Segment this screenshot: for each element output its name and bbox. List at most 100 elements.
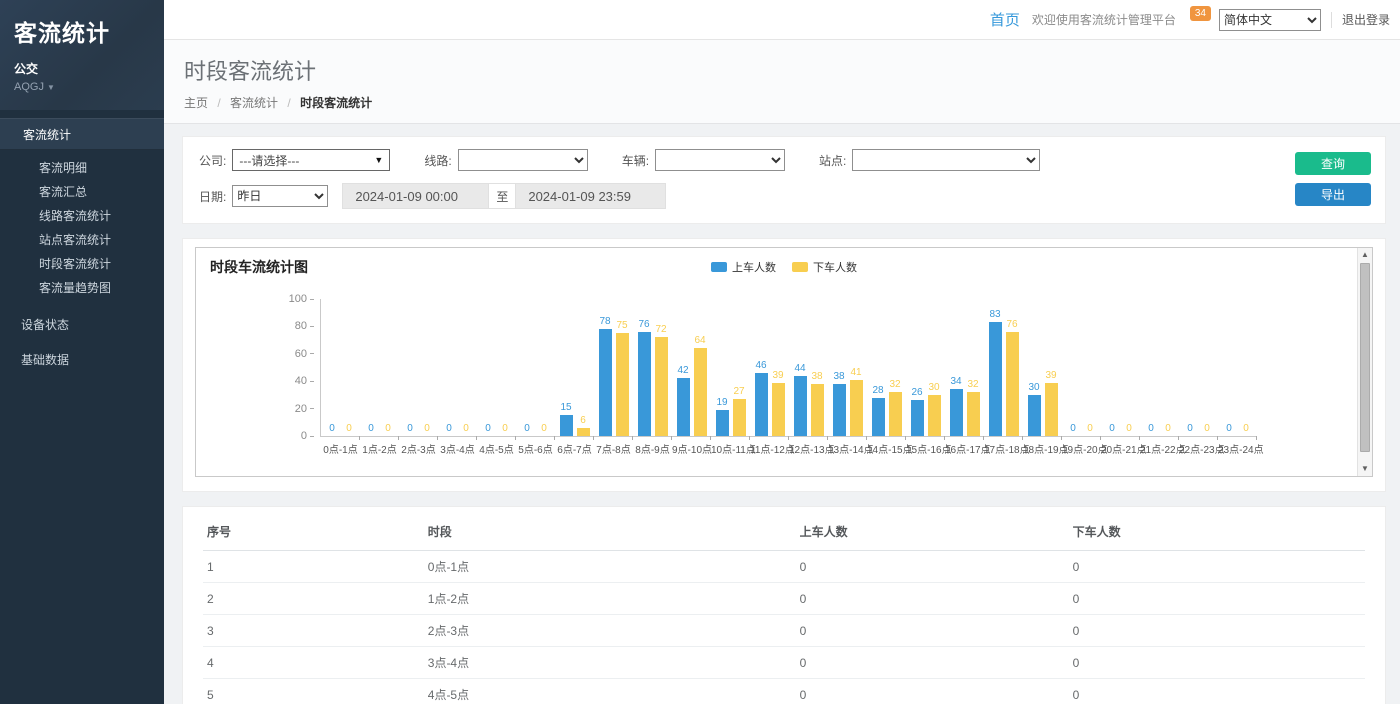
bar-上车人数[interactable]: 44 bbox=[794, 299, 807, 436]
sidebar-item-时段客流统计[interactable]: 时段客流统计 bbox=[0, 252, 164, 276]
bar[interactable] bbox=[811, 384, 824, 436]
bar[interactable] bbox=[560, 415, 573, 436]
bar-上车人数[interactable]: 0 bbox=[482, 299, 495, 436]
chart-vertical-scrollbar[interactable]: ▲ ▼ bbox=[1357, 248, 1372, 476]
bar[interactable] bbox=[928, 395, 941, 436]
bar[interactable] bbox=[716, 410, 729, 436]
bar[interactable] bbox=[599, 329, 612, 436]
bar-下车人数[interactable]: 0 bbox=[421, 299, 434, 436]
bar-上车人数[interactable]: 0 bbox=[1223, 299, 1236, 436]
company-select[interactable]: ---请选择--- ▼ bbox=[232, 149, 390, 171]
bar-上车人数[interactable]: 42 bbox=[677, 299, 690, 436]
language-select[interactable]: 简体中文 bbox=[1219, 9, 1321, 31]
bar[interactable] bbox=[889, 392, 902, 436]
bar[interactable] bbox=[694, 348, 707, 436]
scrollbar-thumb[interactable] bbox=[1360, 263, 1370, 452]
bar[interactable] bbox=[850, 380, 863, 436]
bar-下车人数[interactable]: 39 bbox=[772, 299, 785, 436]
bar-上车人数[interactable]: 83 bbox=[989, 299, 1002, 436]
logout-link[interactable]: 退出登录 bbox=[1342, 11, 1390, 28]
bar-上车人数[interactable]: 34 bbox=[950, 299, 963, 436]
bar-上车人数[interactable]: 0 bbox=[404, 299, 417, 436]
bar-下车人数[interactable]: 64 bbox=[694, 299, 707, 436]
bar-上车人数[interactable]: 0 bbox=[1184, 299, 1197, 436]
bar-下车人数[interactable]: 0 bbox=[499, 299, 512, 436]
query-button[interactable]: 查询 bbox=[1295, 152, 1371, 175]
bar[interactable] bbox=[677, 378, 690, 436]
bar[interactable] bbox=[655, 337, 668, 436]
bar[interactable] bbox=[989, 322, 1002, 436]
bar[interactable] bbox=[577, 428, 590, 436]
sidebar-item-线路客流统计[interactable]: 线路客流统计 bbox=[0, 204, 164, 228]
sidebar-section-passenger-stats[interactable]: 客流统计 bbox=[0, 118, 164, 150]
bar[interactable] bbox=[1028, 395, 1041, 436]
bar-下车人数[interactable]: 0 bbox=[343, 299, 356, 436]
bar-上车人数[interactable]: 0 bbox=[365, 299, 378, 436]
bar-上车人数[interactable]: 0 bbox=[443, 299, 456, 436]
bar[interactable] bbox=[911, 400, 924, 436]
user-dropdown[interactable]: AQGJ ▼ bbox=[14, 81, 150, 93]
bar-上车人数[interactable]: 19 bbox=[716, 299, 729, 436]
bar-下车人数[interactable]: 0 bbox=[1084, 299, 1097, 436]
date-start-input[interactable]: 2024-01-09 00:00 bbox=[342, 183, 488, 209]
bar[interactable] bbox=[794, 376, 807, 436]
bar[interactable] bbox=[755, 373, 768, 436]
scroll-up-arrow-icon[interactable]: ▲ bbox=[1358, 248, 1372, 262]
scroll-down-arrow-icon[interactable]: ▼ bbox=[1358, 462, 1372, 476]
sidebar-section-device-status[interactable]: 设备状态 bbox=[0, 308, 164, 343]
bar-上车人数[interactable]: 15 bbox=[560, 299, 573, 436]
sidebar-item-客流量趋势图[interactable]: 客流量趋势图 bbox=[0, 276, 164, 300]
sidebar-section-basic-data[interactable]: 基础数据 bbox=[0, 343, 164, 378]
bar-下车人数[interactable]: 0 bbox=[1162, 299, 1175, 436]
bar-下车人数[interactable]: 30 bbox=[928, 299, 941, 436]
bar-上车人数[interactable]: 0 bbox=[326, 299, 339, 436]
bar-下车人数[interactable]: 39 bbox=[1045, 299, 1058, 436]
bar-上车人数[interactable]: 38 bbox=[833, 299, 846, 436]
bar[interactable] bbox=[616, 333, 629, 436]
bar[interactable] bbox=[872, 398, 885, 436]
bar-下车人数[interactable]: 0 bbox=[382, 299, 395, 436]
bar-下车人数[interactable]: 72 bbox=[655, 299, 668, 436]
bar-上车人数[interactable]: 0 bbox=[1067, 299, 1080, 436]
bar-下车人数[interactable]: 38 bbox=[811, 299, 824, 436]
bar[interactable] bbox=[772, 383, 785, 436]
home-link[interactable]: 首页 bbox=[990, 9, 1020, 30]
bar-上车人数[interactable]: 28 bbox=[872, 299, 885, 436]
bar-下车人数[interactable]: 32 bbox=[967, 299, 980, 436]
bar-上车人数[interactable]: 0 bbox=[521, 299, 534, 436]
date-preset-select[interactable]: 昨日 bbox=[232, 185, 328, 207]
bar-下车人数[interactable]: 0 bbox=[1240, 299, 1253, 436]
line-select[interactable] bbox=[458, 149, 588, 171]
bar-上车人数[interactable]: 30 bbox=[1028, 299, 1041, 436]
bar-下车人数[interactable]: 41 bbox=[850, 299, 863, 436]
bar[interactable] bbox=[733, 399, 746, 436]
bar-下车人数[interactable]: 0 bbox=[1201, 299, 1214, 436]
sidebar-item-站点客流统计[interactable]: 站点客流统计 bbox=[0, 228, 164, 252]
bar-下车人数[interactable]: 27 bbox=[733, 299, 746, 436]
bar-上车人数[interactable]: 76 bbox=[638, 299, 651, 436]
bar-下车人数[interactable]: 0 bbox=[1123, 299, 1136, 436]
legend-item-上车人数[interactable]: 上车人数 bbox=[711, 259, 776, 275]
bar[interactable] bbox=[967, 392, 980, 436]
bar-上车人数[interactable]: 0 bbox=[1106, 299, 1119, 436]
breadcrumb-passenger-stats[interactable]: 客流统计 bbox=[230, 96, 278, 110]
sidebar-item-客流明细[interactable]: 客流明细 bbox=[0, 156, 164, 180]
bar-上车人数[interactable]: 0 bbox=[1145, 299, 1158, 436]
bar-下车人数[interactable]: 76 bbox=[1006, 299, 1019, 436]
bar-下车人数[interactable]: 6 bbox=[577, 299, 590, 436]
bar[interactable] bbox=[1045, 383, 1058, 436]
bar[interactable] bbox=[638, 332, 651, 436]
bar[interactable] bbox=[1006, 332, 1019, 436]
bar[interactable] bbox=[833, 384, 846, 436]
date-end-input[interactable]: 2024-01-09 23:59 bbox=[516, 183, 666, 209]
breadcrumb-home[interactable]: 主页 bbox=[184, 96, 208, 110]
vehicle-select[interactable] bbox=[655, 149, 785, 171]
bar-上车人数[interactable]: 46 bbox=[755, 299, 768, 436]
export-button[interactable]: 导出 bbox=[1295, 183, 1371, 206]
legend-item-下车人数[interactable]: 下车人数 bbox=[792, 259, 857, 275]
bar-下车人数[interactable]: 0 bbox=[460, 299, 473, 436]
bar-上车人数[interactable]: 26 bbox=[911, 299, 924, 436]
bar[interactable] bbox=[950, 389, 963, 436]
bar-上车人数[interactable]: 78 bbox=[599, 299, 612, 436]
bar-下车人数[interactable]: 75 bbox=[616, 299, 629, 436]
